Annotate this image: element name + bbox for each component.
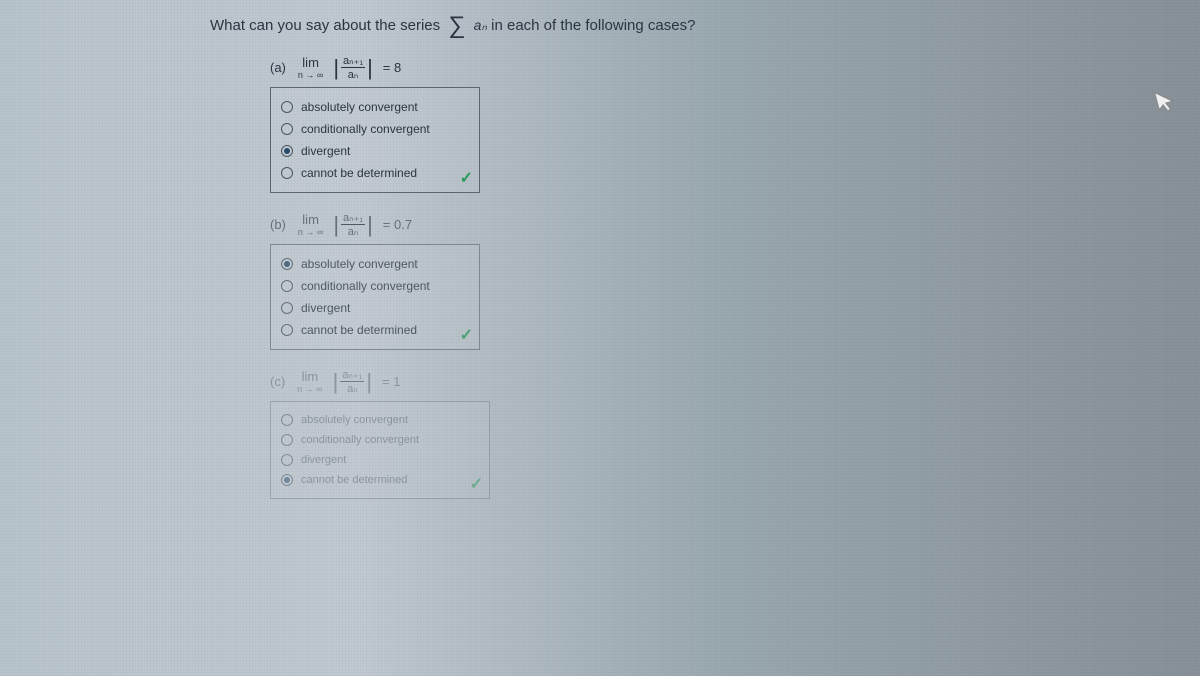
option-divergent[interactable]: divergent bbox=[281, 297, 469, 319]
question-suffix: in each of the following cases? bbox=[491, 17, 695, 34]
radio-icon bbox=[281, 302, 293, 314]
part-c-header: (c) lim n → ∞ | aₙ₊₁ aₙ | = 1 bbox=[270, 368, 1200, 395]
part-b-options: absolutely convergent conditionally conv… bbox=[270, 244, 480, 350]
abs-bar-left: | bbox=[333, 214, 339, 236]
option-label: cannot be determined bbox=[301, 166, 417, 180]
radio-icon bbox=[281, 434, 293, 446]
denominator: aₙ bbox=[346, 225, 361, 238]
option-label: cannot be determined bbox=[301, 323, 417, 337]
denominator: aₙ bbox=[346, 68, 361, 81]
abs-bar-left: | bbox=[333, 371, 339, 393]
limit-text: lim bbox=[302, 369, 319, 384]
abs-bar-right: | bbox=[367, 214, 373, 236]
radio-icon bbox=[281, 474, 293, 486]
radio-icon bbox=[281, 258, 293, 270]
question-prefix: What can you say about the series bbox=[210, 17, 440, 34]
limit-approach: n → ∞ bbox=[298, 70, 323, 80]
option-label: conditionally convergent bbox=[301, 434, 419, 446]
option-label: absolutely convergent bbox=[301, 100, 418, 114]
option-absolutely-convergent[interactable]: absolutely convergent bbox=[281, 410, 479, 430]
option-divergent[interactable]: divergent bbox=[281, 450, 479, 470]
option-absolutely-convergent[interactable]: absolutely convergent bbox=[281, 253, 469, 275]
radio-icon bbox=[281, 145, 293, 157]
limit-text: lim bbox=[302, 212, 319, 227]
part-b-label: (b) bbox=[270, 217, 286, 232]
limit-value: = 1 bbox=[382, 374, 400, 389]
option-conditionally-convergent[interactable]: conditionally convergent bbox=[281, 430, 479, 450]
part-a-header: (a) lim n → ∞ | aₙ₊₁ aₙ | = 8 bbox=[270, 54, 1200, 81]
option-absolutely-convergent[interactable]: absolutely convergent bbox=[281, 96, 469, 118]
sigma-symbol: ∑ bbox=[448, 12, 465, 40]
denominator: aₙ bbox=[345, 382, 360, 395]
radio-icon bbox=[281, 101, 293, 113]
option-label: divergent bbox=[301, 144, 350, 158]
limit-notation: lim n → ∞ bbox=[298, 212, 323, 237]
abs-fraction: | aₙ₊₁ aₙ | bbox=[333, 368, 372, 395]
limit-notation: lim n → ∞ bbox=[297, 369, 322, 394]
option-label: conditionally convergent bbox=[301, 122, 430, 136]
radio-icon bbox=[281, 123, 293, 135]
checkmark-icon: ✓ bbox=[470, 474, 483, 494]
option-divergent[interactable]: divergent bbox=[281, 140, 469, 162]
option-label: divergent bbox=[301, 301, 350, 315]
limit-approach: n → ∞ bbox=[297, 384, 322, 394]
limit-value: = 8 bbox=[383, 60, 401, 75]
abs-bar-right: | bbox=[366, 371, 372, 393]
option-label: absolutely convergent bbox=[301, 257, 418, 271]
fraction: aₙ₊₁ aₙ bbox=[341, 54, 365, 81]
radio-icon bbox=[281, 454, 293, 466]
checkmark-icon: ✓ bbox=[460, 168, 473, 188]
abs-bar-left: | bbox=[333, 57, 339, 79]
limit-text: lim bbox=[302, 55, 319, 70]
question-text: What can you say about the series ∑ aₙ i… bbox=[210, 12, 1200, 40]
part-c: (c) lim n → ∞ | aₙ₊₁ aₙ | = 1 absolutely… bbox=[270, 368, 1200, 499]
option-label: conditionally convergent bbox=[301, 279, 430, 293]
option-label: divergent bbox=[301, 454, 346, 466]
radio-icon bbox=[281, 324, 293, 336]
fraction: aₙ₊₁ aₙ bbox=[341, 211, 365, 238]
option-cannot-determine[interactable]: cannot be determined bbox=[281, 319, 469, 341]
part-a: (a) lim n → ∞ | aₙ₊₁ aₙ | = 8 absolutely… bbox=[270, 54, 1200, 193]
part-a-label: (a) bbox=[270, 60, 286, 75]
numerator: aₙ₊₁ bbox=[341, 54, 365, 68]
checkmark-icon: ✓ bbox=[460, 325, 473, 345]
radio-icon bbox=[281, 414, 293, 426]
fraction: aₙ₊₁ aₙ bbox=[340, 368, 364, 395]
option-label: absolutely convergent bbox=[301, 414, 408, 426]
numerator: aₙ₊₁ bbox=[340, 368, 364, 382]
abs-fraction: | aₙ₊₁ aₙ | bbox=[333, 54, 372, 81]
radio-icon bbox=[281, 280, 293, 292]
limit-approach: n → ∞ bbox=[298, 227, 323, 237]
option-label: cannot be determined bbox=[301, 474, 407, 486]
part-c-label: (c) bbox=[270, 374, 285, 389]
option-cannot-determine[interactable]: cannot be determined bbox=[281, 470, 479, 490]
part-c-options: absolutely convergent conditionally conv… bbox=[270, 401, 490, 499]
numerator: aₙ₊₁ bbox=[341, 211, 365, 225]
limit-notation: lim n → ∞ bbox=[298, 55, 323, 80]
series-term: aₙ bbox=[474, 17, 487, 33]
part-b-header: (b) lim n → ∞ | aₙ₊₁ aₙ | = 0.7 bbox=[270, 211, 1200, 238]
option-conditionally-convergent[interactable]: conditionally convergent bbox=[281, 118, 469, 140]
limit-value: = 0.7 bbox=[383, 217, 412, 232]
abs-bar-right: | bbox=[367, 57, 373, 79]
abs-fraction: | aₙ₊₁ aₙ | bbox=[333, 211, 372, 238]
option-conditionally-convergent[interactable]: conditionally convergent bbox=[281, 275, 469, 297]
option-cannot-determine[interactable]: cannot be determined bbox=[281, 162, 469, 184]
radio-icon bbox=[281, 167, 293, 179]
part-b: (b) lim n → ∞ | aₙ₊₁ aₙ | = 0.7 absolute… bbox=[270, 211, 1200, 350]
part-a-options: absolutely convergent conditionally conv… bbox=[270, 87, 480, 193]
